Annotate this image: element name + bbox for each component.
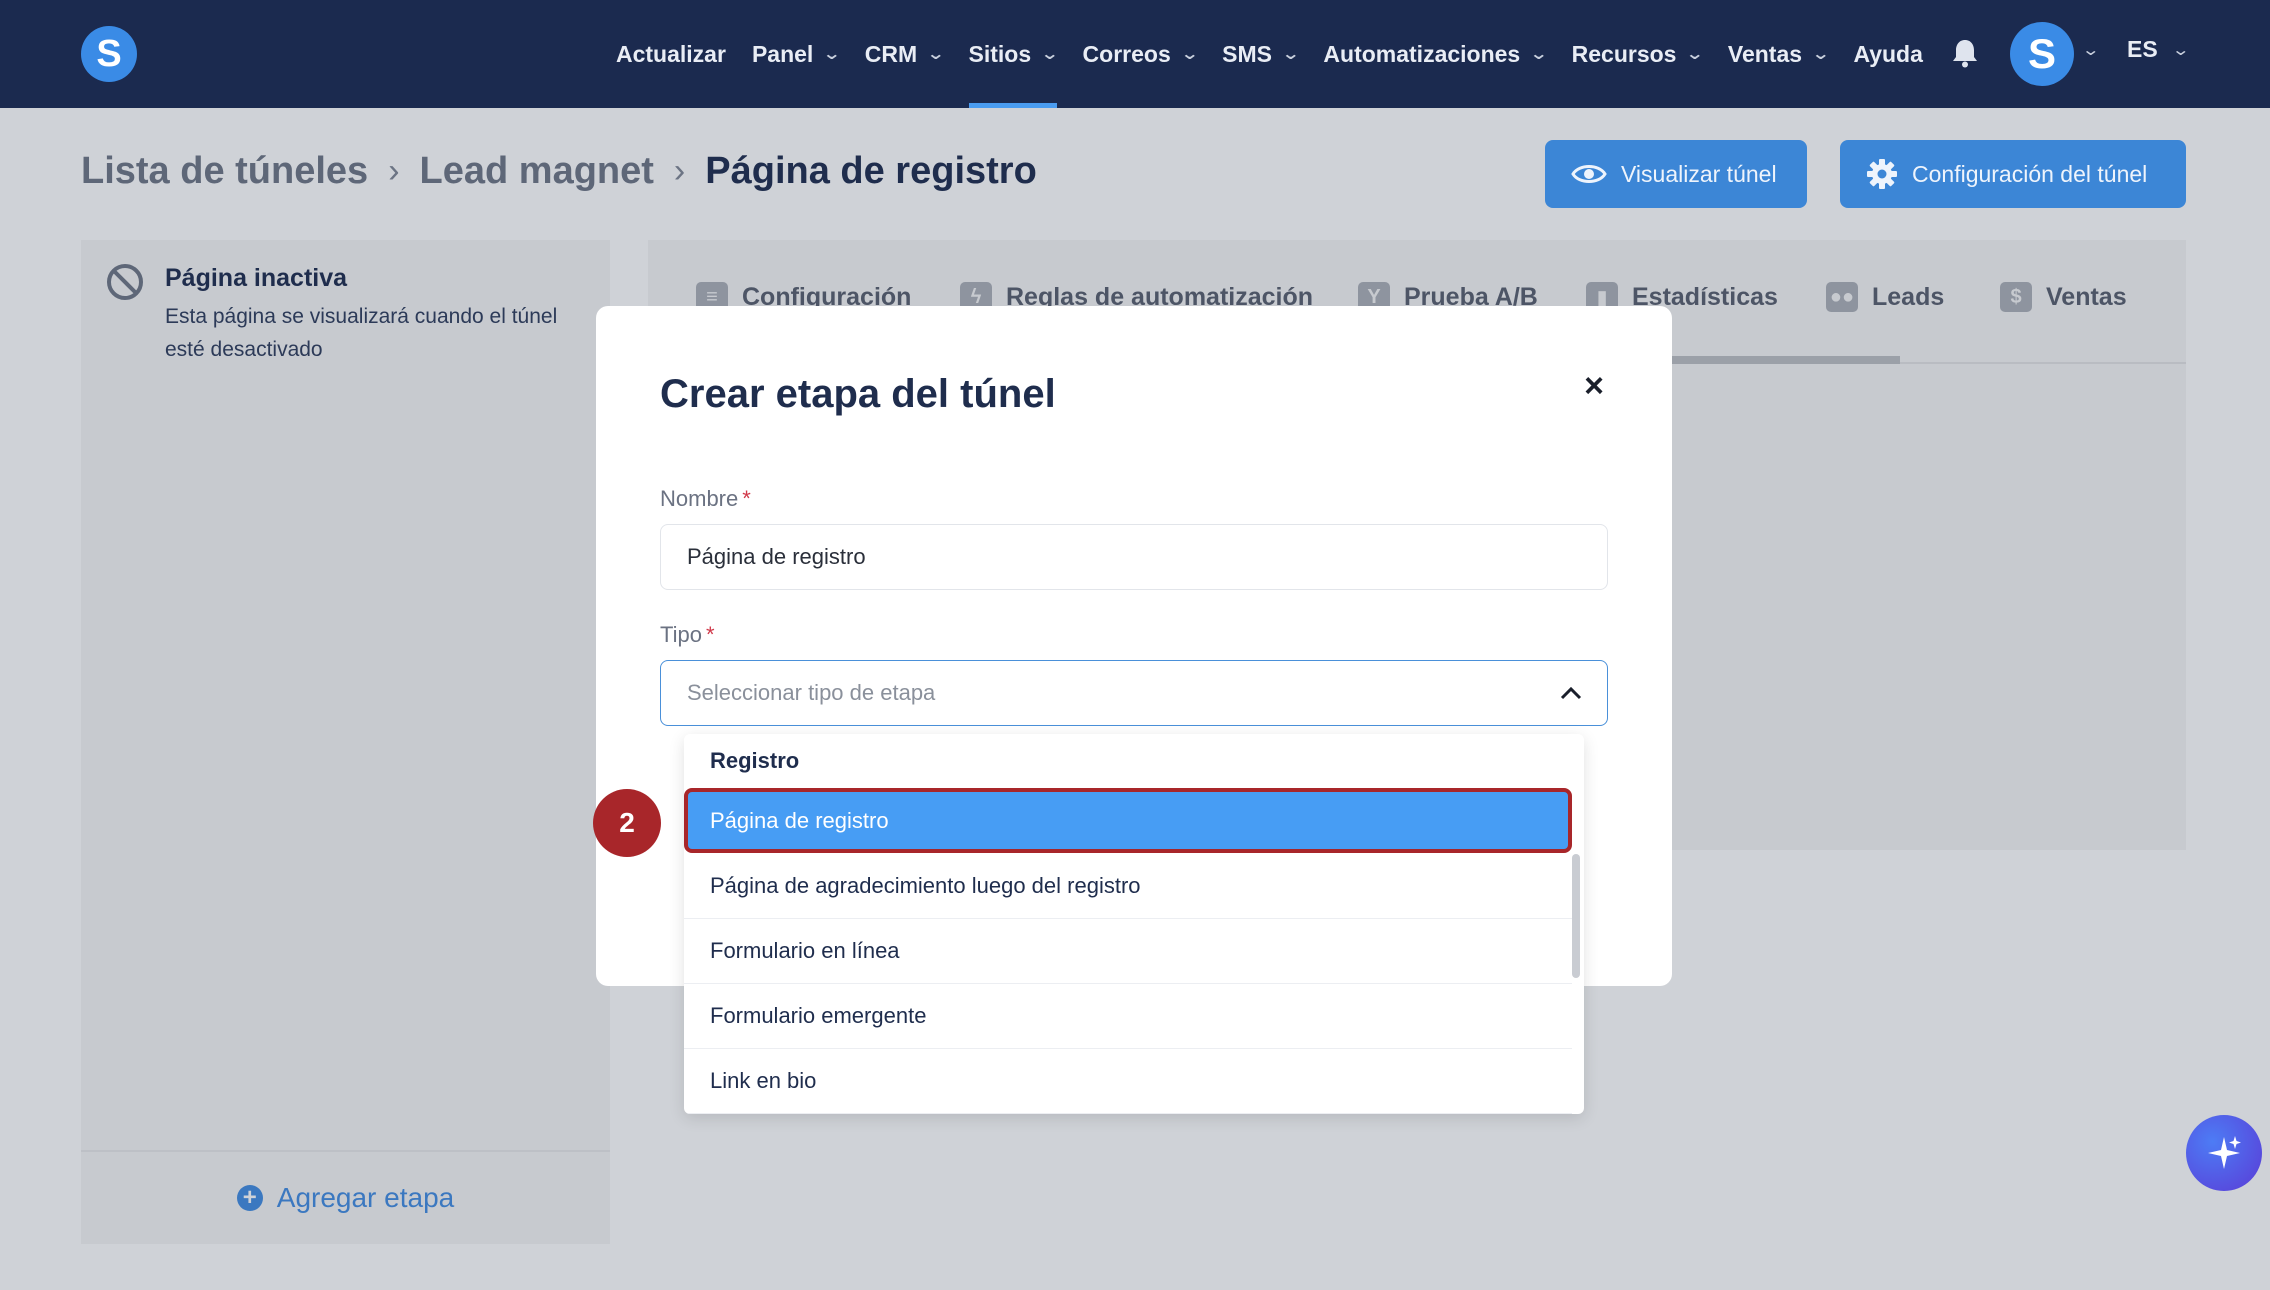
- disabled-icon: [107, 264, 143, 300]
- view-funnel-button[interactable]: Visualizar túnel: [1545, 140, 1807, 208]
- dropdown-scrollbar[interactable]: [1572, 854, 1580, 978]
- add-stage-label: Agregar etapa: [276, 1182, 455, 1213]
- ai-assistant-button[interactable]: [2186, 1115, 2262, 1191]
- nav-item-panel[interactable]: Panel ⌄: [751, 0, 842, 108]
- avatar[interactable]: S: [2010, 22, 2074, 86]
- name-field[interactable]: Página de registro: [660, 524, 1608, 590]
- nav-item-label: Panel: [751, 40, 814, 67]
- option-label: Formulario en línea: [710, 938, 900, 963]
- inactive-page-title[interactable]: Página inactiva: [165, 264, 347, 293]
- nav-item-recursos[interactable]: Recursos ⌄: [1571, 0, 1705, 108]
- type-label-text: Tipo: [660, 622, 702, 647]
- option-formulario-emergente[interactable]: Formulario emergente: [684, 984, 1572, 1049]
- chevron-down-icon: ⌄: [1811, 46, 1831, 63]
- option-link-bio[interactable]: Link en bio: [684, 1049, 1572, 1114]
- nav-item-automatizaciones[interactable]: Automatizaciones ⌄: [1323, 0, 1548, 108]
- funnel-settings-button[interactable]: Configuración del túnel: [1840, 140, 2186, 208]
- sparkle-icon: [2208, 1136, 2241, 1169]
- view-funnel-label: Visualizar túnel: [1621, 160, 1777, 187]
- funnel-settings-label: Configuración del túnel: [1912, 160, 2148, 187]
- option-label: Página de agradecimiento luego del regis…: [710, 873, 1141, 898]
- nav-item-label: Ventas: [1727, 40, 1803, 67]
- step-badge: 2: [593, 789, 661, 857]
- app-logo[interactable]: S: [81, 26, 137, 82]
- tab-label: Leads: [1872, 282, 1945, 311]
- name-label-text: Nombre: [660, 486, 739, 511]
- chevron-right-icon: ›: [673, 152, 686, 190]
- nav-item-sitios[interactable]: Sitios ⌄: [968, 0, 1060, 108]
- option-label: Link en bio: [710, 1068, 817, 1093]
- nav-item-label: Automatizaciones: [1323, 40, 1521, 67]
- type-field-label: Tipo *: [660, 622, 715, 648]
- nav-item-ayuda[interactable]: Ayuda: [1853, 0, 1922, 108]
- add-stage-button[interactable]: + Agregar etapa: [81, 1150, 610, 1244]
- funnel-stages-panel: Página inactiva Esta página se visualiza…: [81, 240, 610, 1244]
- option-formulario-linea[interactable]: Formulario en línea: [684, 919, 1572, 984]
- tab-label: Ventas: [2046, 282, 2127, 311]
- dropdown-group-label: Registro: [710, 748, 800, 773]
- tab-ventas[interactable]: $ Ventas: [2000, 282, 2127, 312]
- option-pagina-registro[interactable]: Página de registro: [684, 788, 1572, 853]
- chevron-down-icon: ⌄: [1529, 46, 1549, 63]
- page-title: Página de registro: [705, 150, 1037, 192]
- gear-icon: [1867, 159, 1897, 189]
- nav-item-ventas[interactable]: Ventas ⌄: [1727, 0, 1831, 108]
- breadcrumb-item-funnel[interactable]: Lead magnet: [420, 150, 654, 193]
- breadcrumb: Lista de túneles › Lead magnet › Página …: [81, 150, 1037, 193]
- nav-item-label: Sitios: [968, 40, 1032, 67]
- nav-item-label: Correos: [1082, 40, 1171, 67]
- users-icon: ●●: [1826, 282, 1858, 312]
- stage-type-placeholder: Seleccionar tipo de etapa: [687, 680, 936, 705]
- name-field-label: Nombre *: [660, 486, 751, 512]
- required-marker: *: [742, 486, 751, 511]
- chevron-down-icon: ⌄: [1281, 46, 1301, 63]
- nav-item-sms[interactable]: SMS ⌄: [1222, 0, 1301, 108]
- chevron-down-icon: ⌄: [1040, 46, 1060, 63]
- breadcrumb-item-funnels[interactable]: Lista de túneles: [81, 150, 368, 193]
- nav-item-label: Recursos: [1571, 40, 1677, 67]
- name-field-value: Página de registro: [687, 544, 866, 569]
- close-icon[interactable]: ×: [1574, 366, 1614, 406]
- chevron-down-icon[interactable]: ⌄: [2081, 40, 2100, 60]
- nav-item-label: Ayuda: [1853, 40, 1923, 67]
- required-marker: *: [705, 622, 715, 647]
- modal-title: Crear etapa del túnel: [660, 372, 1056, 416]
- chevron-right-icon: ›: [388, 152, 400, 190]
- nav-item-label: SMS: [1222, 40, 1272, 67]
- main-nav: Actualizar Panel ⌄ CRM ⌄ Sitios ⌄ Correos ⌄ …: [616, 0, 1949, 108]
- plus-icon: +: [236, 1184, 263, 1211]
- option-label: Página de registro: [710, 807, 889, 833]
- nav-item-label: Actualizar: [616, 40, 726, 67]
- bell-icon[interactable]: [1952, 38, 1978, 68]
- inactive-page-description: Esta página se visualizará cuando el tún…: [165, 305, 558, 361]
- chevron-down-icon: ⌄: [822, 46, 842, 63]
- nav-item-correos[interactable]: Correos ⌄: [1082, 0, 1199, 108]
- tab-leads[interactable]: ●● Leads: [1826, 282, 1944, 312]
- option-pagina-agradecimiento[interactable]: Página de agradecimiento luego del regis…: [684, 854, 1572, 919]
- stage-type-select[interactable]: Seleccionar tipo de etapa: [660, 660, 1608, 726]
- chevron-down-icon: ⌄: [1180, 46, 1199, 63]
- top-navigation-bar: S Actualizar Panel ⌄ CRM ⌄ Sitios ⌄ Correos…: [0, 0, 2270, 108]
- eye-icon: [1571, 165, 1607, 183]
- chevron-down-icon: ⌄: [926, 46, 946, 63]
- option-label: Formulario emergente: [710, 1003, 927, 1028]
- chevron-down-icon[interactable]: ⌄: [2171, 40, 2190, 60]
- chevron-down-icon: ⌄: [1685, 46, 1705, 63]
- nav-item-label: CRM: [864, 40, 918, 67]
- dollar-icon: $: [2000, 282, 2032, 312]
- nav-item-actualizar[interactable]: Actualizar: [616, 0, 726, 108]
- chevron-up-icon: [1560, 686, 1582, 700]
- nav-item-crm[interactable]: CRM ⌄: [864, 0, 946, 108]
- language-selector[interactable]: ES: [2127, 36, 2158, 63]
- stage-type-dropdown: Registro Página de registro Página de ag…: [684, 734, 1584, 1114]
